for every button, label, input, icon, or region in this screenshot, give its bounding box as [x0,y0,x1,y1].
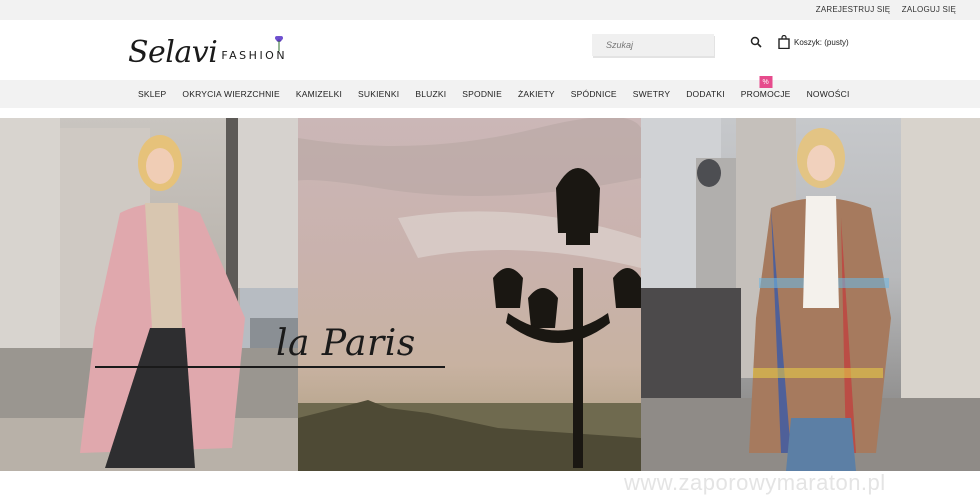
hero-banner[interactable]: la Paris [0,118,980,471]
promo-badge: % [759,76,773,88]
cart-label: Koszyk: [794,37,823,47]
hero-photo-paris-lamp [298,118,641,471]
nav-item-kamizelki[interactable]: KAMIZELKI [288,89,350,99]
nav-item-bluzki[interactable]: BLUZKI [407,89,454,99]
nav-item-promocje-label: PROMOCJE [740,89,791,99]
search-input[interactable] [592,34,714,56]
nav-item-spodnice[interactable]: SPÓDNICE [563,89,625,99]
street-scene-right [641,118,980,471]
nav-item-swetry[interactable]: SWETRY [625,89,678,99]
hero-photo-pink-coat [0,118,298,471]
login-link[interactable]: ZALOGUJ SIĘ [902,5,956,14]
hero-title: la Paris [276,323,416,364]
nav-item-sklep[interactable]: SKLEP [130,89,174,99]
nav-item-zakiety[interactable]: ŻAKIETY [510,89,563,99]
watermark: www.zaporowymaraton.pl [624,470,886,495]
header: Selavi FASHION Koszyk: (pusty) [0,20,980,80]
account-links: ZAREJESTRUJ SIĘ ZALOGUJ SIĘ [807,5,956,14]
nav-item-nowosci[interactable]: NOWOŚCI [799,89,858,99]
hero-photo-checked-coat [641,118,980,471]
site-logo[interactable]: Selavi FASHION [128,32,287,68]
nav-item-sukienki[interactable]: SUKIENKI [350,89,407,99]
logo-script: Selavi [128,35,218,70]
flower-icon [275,36,284,51]
shopping-bag-icon [778,35,790,49]
nav-item-dodatki[interactable]: DODATKI [678,89,733,99]
nav-item-promocje[interactable]: % PROMOCJE [733,76,799,99]
nav-item-spodnie[interactable]: SPODNIE [454,89,510,99]
street-scene-left [0,118,298,471]
register-link[interactable]: ZAREJESTRUJ SIĘ [816,5,891,14]
nav-item-okrycia-wierzchnie[interactable]: OKRYCIA WIERZCHNIE [174,89,287,99]
cart-status: (pusty) [824,37,849,47]
paris-lamp-scene [298,118,641,471]
nav-items: SKLEP OKRYCIA WIERZCHNIE KAMIZELKI SUKIE… [130,76,858,108]
main-nav: SKLEP OKRYCIA WIERZCHNIE KAMIZELKI SUKIE… [0,76,980,108]
search-box [592,34,714,56]
cart-button[interactable]: Koszyk: (pusty) [778,35,849,49]
title-underline [95,366,445,368]
top-bar: ZAREJESTRUJ SIĘ ZALOGUJ SIĘ [0,0,980,20]
search-icon[interactable] [750,36,762,48]
logo-word: FASHION [221,36,287,62]
